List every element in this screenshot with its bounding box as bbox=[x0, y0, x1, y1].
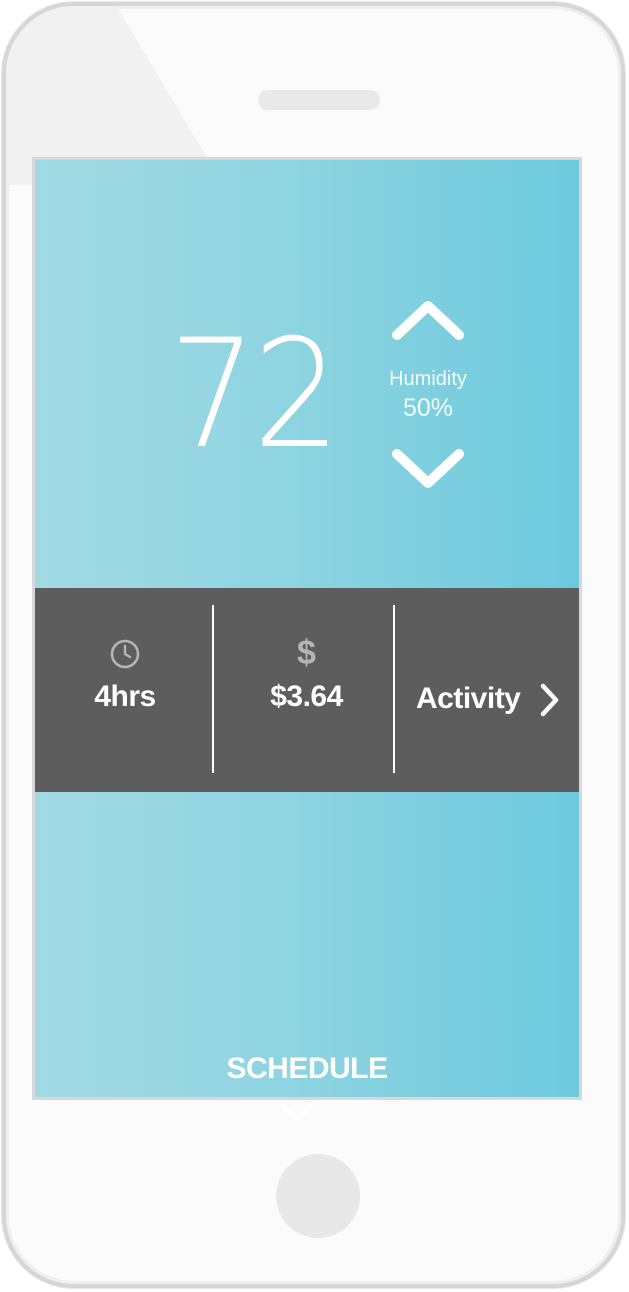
chevron-right-icon bbox=[536, 682, 562, 723]
divider bbox=[393, 605, 395, 773]
phone-speaker bbox=[258, 90, 380, 110]
humidity-label: Humidity bbox=[389, 368, 467, 390]
chevron-up-icon bbox=[392, 301, 464, 340]
activity-label: Activity bbox=[416, 682, 521, 715]
schedule-button[interactable]: SCHEDULE bbox=[35, 1052, 579, 1086]
temperature-down-button[interactable] bbox=[388, 442, 468, 492]
stats-bar: 4hrs $ $3.64 Activity bbox=[35, 588, 579, 792]
divider bbox=[212, 605, 214, 773]
humidity-value: 50% bbox=[402, 394, 454, 422]
temperature-up-button[interactable] bbox=[388, 298, 468, 348]
runtime-value: 4hrs bbox=[94, 680, 156, 713]
schedule-panel: SCHEDULE bbox=[35, 792, 579, 1121]
thermostat-screen: 72 Humidity 50% 4hrs $ $3.64 Activity SC… bbox=[32, 157, 582, 1121]
runtime-stat: 4hrs bbox=[35, 588, 215, 792]
temperature-panel: 72 Humidity 50% bbox=[35, 160, 579, 588]
home-button[interactable] bbox=[276, 1154, 360, 1238]
cost-value: $3.64 bbox=[270, 680, 343, 713]
chevron-down-icon[interactable] bbox=[279, 1100, 315, 1129]
dollar-icon: $ bbox=[297, 634, 316, 672]
clock-icon bbox=[109, 638, 141, 675]
activity-button[interactable]: Activity bbox=[398, 588, 579, 792]
temperature-value: 72 bbox=[168, 308, 341, 482]
cost-stat: $ $3.64 bbox=[216, 588, 397, 792]
chevron-down-icon bbox=[392, 449, 464, 488]
